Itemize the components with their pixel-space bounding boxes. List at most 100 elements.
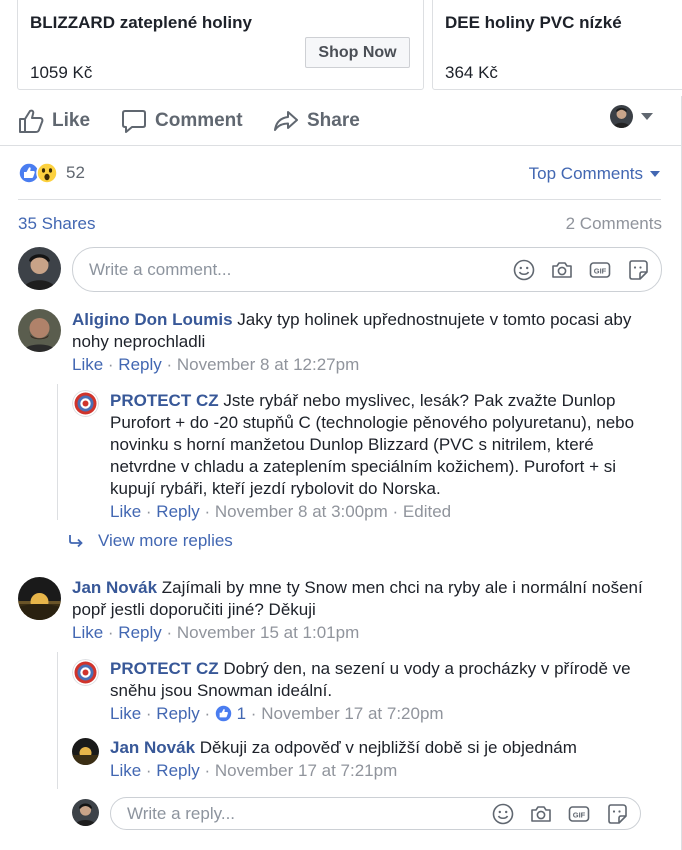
thumbs-up-icon (19, 109, 44, 133)
comment-input-placeholder: Write a comment... (89, 260, 232, 279)
comment-body: Jan Novák Zajímali by mne ty Snow men ch… (72, 577, 657, 621)
comment-reply-link[interactable]: Reply (156, 502, 199, 521)
chevron-down-icon (641, 112, 653, 120)
comment-author[interactable]: Jan Novák (110, 738, 195, 757)
comment-bubble-icon (122, 110, 146, 133)
product-price: 1059 Kč (30, 63, 93, 82)
comment-like-link[interactable]: Like (72, 355, 103, 374)
comment-author[interactable]: Aligino Don Loumis (72, 310, 233, 329)
edited-label[interactable]: Edited (403, 502, 451, 521)
avatar (18, 247, 61, 290)
comment-sort-dropdown[interactable]: Top Comments (529, 164, 660, 184)
comment-reply-link[interactable]: Reply (118, 355, 161, 374)
comment-meta: Like · Reply · November 15 at 1:01pm (72, 623, 360, 642)
view-more-replies-label: View more replies (98, 531, 233, 550)
reactions-summary[interactable]: 52 Top Comments (18, 160, 664, 186)
avatar (72, 659, 99, 686)
like-label: Like (52, 110, 91, 131)
product-title: DEE holiny PVC nízké (445, 13, 622, 32)
post-frame: BLIZZARD zateplené holiny 1059 Kč Shop N… (0, 0, 682, 850)
shares-count[interactable]: 35 Shares (18, 214, 96, 234)
svg-text:GIF: GIF (573, 811, 586, 820)
comment-text: Zajímali by mne ty Snow men chci na ryby… (72, 578, 643, 619)
comment-sort-label: Top Comments (528, 164, 643, 183)
reply-arrow-icon (69, 535, 83, 548)
composer-tools: GIF (513, 259, 649, 281)
reaction-count: 52 (66, 163, 85, 182)
share-arrow-icon (274, 111, 298, 131)
comment-like-link[interactable]: Like (72, 623, 103, 642)
reply-input[interactable]: Write a reply... GIF (110, 797, 641, 830)
gif-icon[interactable]: GIF (568, 803, 590, 825)
product-price: 364 Kč (445, 63, 498, 82)
gif-icon[interactable]: GIF (589, 259, 611, 281)
comment-text: Děkuji za odpověď v nejbližší době si je… (199, 738, 577, 757)
wow-reaction-icon (36, 162, 58, 184)
comment-timestamp[interactable]: November 15 at 1:01pm (177, 623, 359, 642)
like-reaction-icon (215, 705, 232, 722)
composer-tools: GIF (492, 803, 628, 825)
comment-author[interactable]: PROTECT CZ (110, 391, 219, 410)
comment: Aligino Don Loumis Jaky typ holinek upře… (72, 309, 657, 375)
comment-timestamp[interactable]: November 17 at 7:20pm (261, 704, 443, 723)
thread-line (57, 652, 58, 789)
comment-timestamp[interactable]: November 8 at 12:27pm (177, 355, 359, 374)
avatar (72, 390, 99, 417)
reply-body: PROTECT CZ Jste rybář nebo myslivec, les… (110, 390, 640, 500)
reply-input-placeholder: Write a reply... (127, 804, 236, 823)
comment-like-link[interactable]: Like (110, 704, 141, 723)
avatar (610, 105, 633, 128)
comment-timestamp[interactable]: November 17 at 7:21pm (215, 761, 397, 780)
product-title: BLIZZARD zateplené holiny (30, 13, 252, 32)
like-button[interactable]: Like (18, 106, 90, 136)
share-button[interactable]: Share (273, 106, 360, 136)
comment-author[interactable]: PROTECT CZ (110, 659, 219, 678)
view-more-replies[interactable]: View more replies (68, 531, 233, 551)
divider (18, 199, 661, 200)
reply: Jan Novák Děkuji za odpověď v nejbližší … (110, 737, 640, 781)
product-carousel: BLIZZARD zateplené holiny 1059 Kč Shop N… (0, 0, 682, 96)
avatar (18, 577, 61, 620)
emoji-icon[interactable] (492, 803, 514, 825)
comment-author[interactable]: Jan Novák (72, 578, 157, 597)
sticker-icon[interactable] (627, 259, 649, 281)
post-as-selector[interactable] (610, 105, 653, 128)
comment-like-link[interactable]: Like (110, 761, 141, 780)
post-action-bar: Like Comment Share (0, 96, 682, 146)
avatar (72, 738, 99, 765)
comment-like-link[interactable]: Like (110, 502, 141, 521)
reply-body: Jan Novák Děkuji za odpověď v nejbližší … (110, 737, 640, 759)
comment-timestamp[interactable]: November 8 at 3:00pm (215, 502, 388, 521)
reply-body: PROTECT CZ Dobrý den, na sezení u vody a… (110, 658, 640, 702)
camera-icon[interactable] (551, 259, 573, 281)
thread-line (57, 384, 58, 520)
comment-button[interactable]: Comment (121, 106, 243, 136)
product-card[interactable]: BLIZZARD zateplené holiny 1059 Kč Shop N… (17, 0, 424, 90)
camera-icon[interactable] (530, 803, 552, 825)
comments-count[interactable]: 2 Comments (566, 214, 662, 234)
comment-meta: Like · Reply · November 8 at 12:27pm (72, 355, 360, 374)
reply: PROTECT CZ Dobrý den, na sezení u vody a… (110, 658, 640, 724)
comment-meta: Like · Reply · November 8 at 3:00pm · Ed… (110, 502, 452, 521)
svg-text:GIF: GIF (594, 267, 607, 276)
comment: Jan Novák Zajímali by mne ty Snow men ch… (72, 577, 657, 643)
comment-label: Comment (155, 110, 243, 131)
product-card[interactable]: DEE holiny PVC nízké 364 Kč (432, 0, 682, 90)
avatar (18, 309, 61, 352)
reply-like-count[interactable]: 1 (237, 704, 246, 723)
shop-now-button[interactable]: Shop Now (305, 37, 410, 68)
sticker-icon[interactable] (606, 803, 628, 825)
comment-reply-link[interactable]: Reply (156, 761, 199, 780)
comment-meta: Like · Reply · November 17 at 7:21pm (110, 761, 398, 780)
comment-input[interactable]: Write a comment... GIF (72, 247, 662, 292)
emoji-icon[interactable] (513, 259, 535, 281)
avatar (72, 799, 99, 826)
share-label: Share (307, 110, 360, 131)
chevron-down-icon (650, 171, 660, 177)
comment-reply-link[interactable]: Reply (156, 704, 199, 723)
reply: PROTECT CZ Jste rybář nebo myslivec, les… (110, 390, 640, 522)
reaction-icons (18, 162, 58, 184)
comment-reply-link[interactable]: Reply (118, 623, 161, 642)
comment-meta: Like · Reply · 1 · November 17 at 7:20pm (110, 704, 444, 723)
comment-body: Aligino Don Loumis Jaky typ holinek upře… (72, 309, 657, 353)
